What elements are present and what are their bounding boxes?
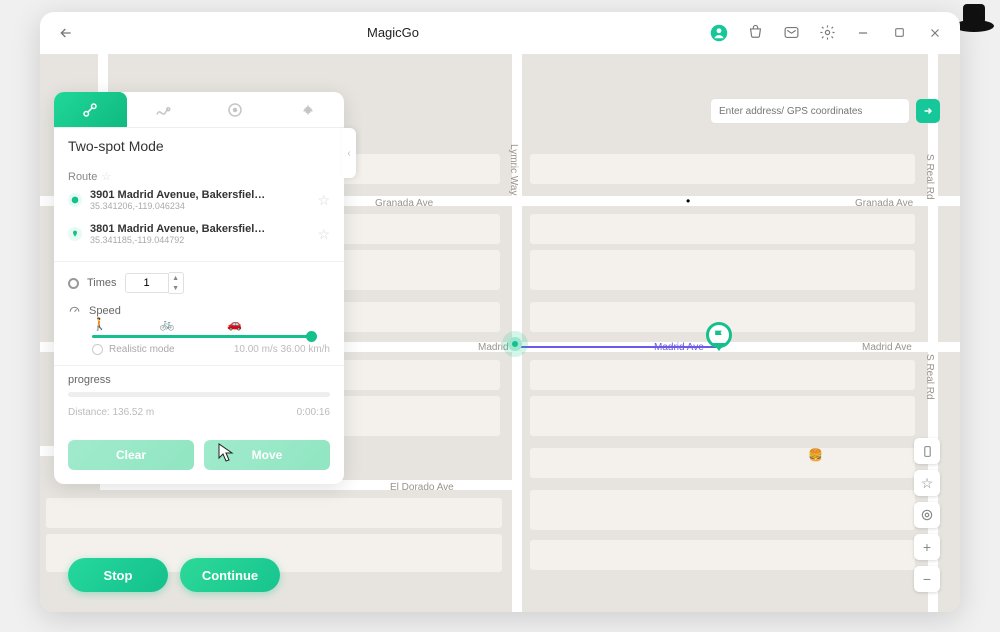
bike-icon[interactable]: 🚲 <box>160 317 175 331</box>
playback-controls: Stop Continue <box>68 558 280 592</box>
realistic-row: Realistic mode 10.00 m/s 36.00 km/h <box>92 344 330 355</box>
label-real-bottom: S Real Rd <box>924 354 935 400</box>
tab-two-spot[interactable] <box>54 92 127 127</box>
waypoint-pin-icon <box>68 227 82 241</box>
route-line <box>518 346 718 348</box>
route-section: Route ☆ 3901 Madrid Avenue, Bakersfiel… … <box>54 162 344 261</box>
user-icon[interactable] <box>708 22 730 44</box>
elapsed-text: 0:00:16 <box>297 407 330 418</box>
times-stepper: ▲▼ <box>125 272 184 294</box>
waypoint-dot-icon <box>68 193 82 207</box>
car-icon[interactable]: 🚗 <box>227 317 242 331</box>
times-input[interactable] <box>125 273 169 293</box>
titlebar-actions <box>708 22 946 44</box>
label-madrid-right: Madrid Ave <box>862 342 912 353</box>
distance-text: Distance: 136.52 m <box>68 407 154 418</box>
waypoint-address: 3801 Madrid Avenue, Bakersfiel… <box>90 223 309 235</box>
times-up[interactable]: ▲ <box>169 273 183 283</box>
waypoint-address: 3901 Madrid Avenue, Bakersfiel… <box>90 189 309 201</box>
distance-row: Distance: 136.52 m 0:00:16 <box>68 407 330 418</box>
panel-title: Two-spot Mode <box>54 128 344 162</box>
route-start-pin[interactable] <box>508 337 522 351</box>
progress-bar <box>68 392 330 397</box>
mode-tabs <box>54 92 344 128</box>
label-madrid-left: Madrid <box>478 342 509 353</box>
progress-label: progress <box>68 374 330 386</box>
poi-marker: • <box>686 194 690 208</box>
label-eldorado: El Dorado Ave <box>390 482 454 493</box>
waypoint-start[interactable]: 3901 Madrid Avenue, Bakersfiel… 35.34120… <box>68 183 330 217</box>
map-block <box>530 214 915 244</box>
settings-icon[interactable] <box>816 22 838 44</box>
tab-teleport[interactable] <box>199 92 272 127</box>
cart-icon[interactable] <box>744 22 766 44</box>
mode-panel: Two-spot Mode Route ☆ 3901 Madrid Avenue… <box>54 92 344 484</box>
speed-row: Speed <box>68 304 330 317</box>
bullet-icon <box>68 278 79 289</box>
map-block <box>530 154 915 184</box>
close-button[interactable] <box>924 22 946 44</box>
realistic-checkbox[interactable] <box>92 344 103 355</box>
tab-joystick[interactable] <box>272 92 345 127</box>
favorite-waypoint-icon[interactable]: ☆ <box>317 226 330 243</box>
map-block <box>530 490 915 530</box>
tool-device-icon[interactable] <box>914 438 940 464</box>
mail-icon[interactable] <box>780 22 802 44</box>
tool-locate-icon[interactable] <box>914 502 940 528</box>
gauge-icon <box>68 304 81 317</box>
content-area: Granada Ave Granada Ave Madrid Madrid Av… <box>40 54 960 612</box>
route-heading: Route ☆ <box>68 170 330 183</box>
app-window: MagicGo <box>40 12 960 612</box>
move-button[interactable]: Move <box>204 440 330 470</box>
speed-slider[interactable] <box>92 335 312 338</box>
titlebar: MagicGo <box>40 12 960 54</box>
minimize-button[interactable] <box>852 22 874 44</box>
label-granada-right: Granada Ave <box>855 198 913 209</box>
maximize-button[interactable] <box>888 22 910 44</box>
tab-multi-spot[interactable] <box>127 92 200 127</box>
search-input[interactable] <box>710 98 910 124</box>
map-block <box>46 498 502 528</box>
road-lymric-v <box>512 54 522 612</box>
route-end-pin[interactable] <box>706 322 732 348</box>
movement-section: Times ▲▼ Speed 🚶 🚲 🚗 <box>54 261 344 365</box>
zoom-out-button[interactable]: − <box>914 566 940 592</box>
map-tools: ☆ + − <box>914 438 940 592</box>
map-block <box>530 360 915 390</box>
times-row: Times ▲▼ <box>68 272 330 294</box>
panel-collapse-handle[interactable]: ‹ <box>342 128 356 178</box>
label-granada-left: Granada Ave <box>375 198 433 209</box>
search-go-button[interactable] <box>916 99 940 123</box>
times-label: Times <box>87 277 117 289</box>
map-block <box>530 540 915 570</box>
label-lymric: Lymric Way <box>508 144 519 195</box>
times-down[interactable]: ▼ <box>169 283 183 293</box>
realistic-label: Realistic mode <box>109 344 175 355</box>
continue-button[interactable]: Continue <box>180 558 280 592</box>
map-block <box>530 250 915 290</box>
speed-values: 10.00 m/s 36.00 km/h <box>234 344 330 355</box>
zoom-in-button[interactable]: + <box>914 534 940 560</box>
favorite-waypoint-icon[interactable]: ☆ <box>317 192 330 209</box>
back-button[interactable] <box>54 21 78 45</box>
waypoint-coords: 35.341206,-119.046234 <box>90 201 309 211</box>
map-search <box>710 98 940 124</box>
route-label-text: Route <box>68 171 97 183</box>
waypoint-end[interactable]: 3801 Madrid Avenue, Bakersfiel… 35.34118… <box>68 217 330 251</box>
walk-icon[interactable]: 🚶 <box>92 317 107 331</box>
waypoint-coords: 35.341185,-119.044792 <box>90 235 309 245</box>
tool-favorite-icon[interactable]: ☆ <box>914 470 940 496</box>
stop-button[interactable]: Stop <box>68 558 168 592</box>
label-real-top: S Real Rd <box>924 154 935 200</box>
clear-button[interactable]: Clear <box>68 440 194 470</box>
map-block <box>530 448 915 478</box>
poi-food-icon: 🍔 <box>808 448 823 462</box>
progress-section: progress Distance: 136.52 m 0:00:16 <box>54 365 344 428</box>
star-icon[interactable]: ☆ <box>101 170 111 183</box>
panel-buttons: Clear Move <box>54 428 344 484</box>
map-block <box>530 396 915 436</box>
app-title: MagicGo <box>78 25 708 40</box>
speed-mode-icons: 🚶 🚲 🚗 <box>92 317 242 331</box>
speed-label: Speed <box>89 305 121 317</box>
